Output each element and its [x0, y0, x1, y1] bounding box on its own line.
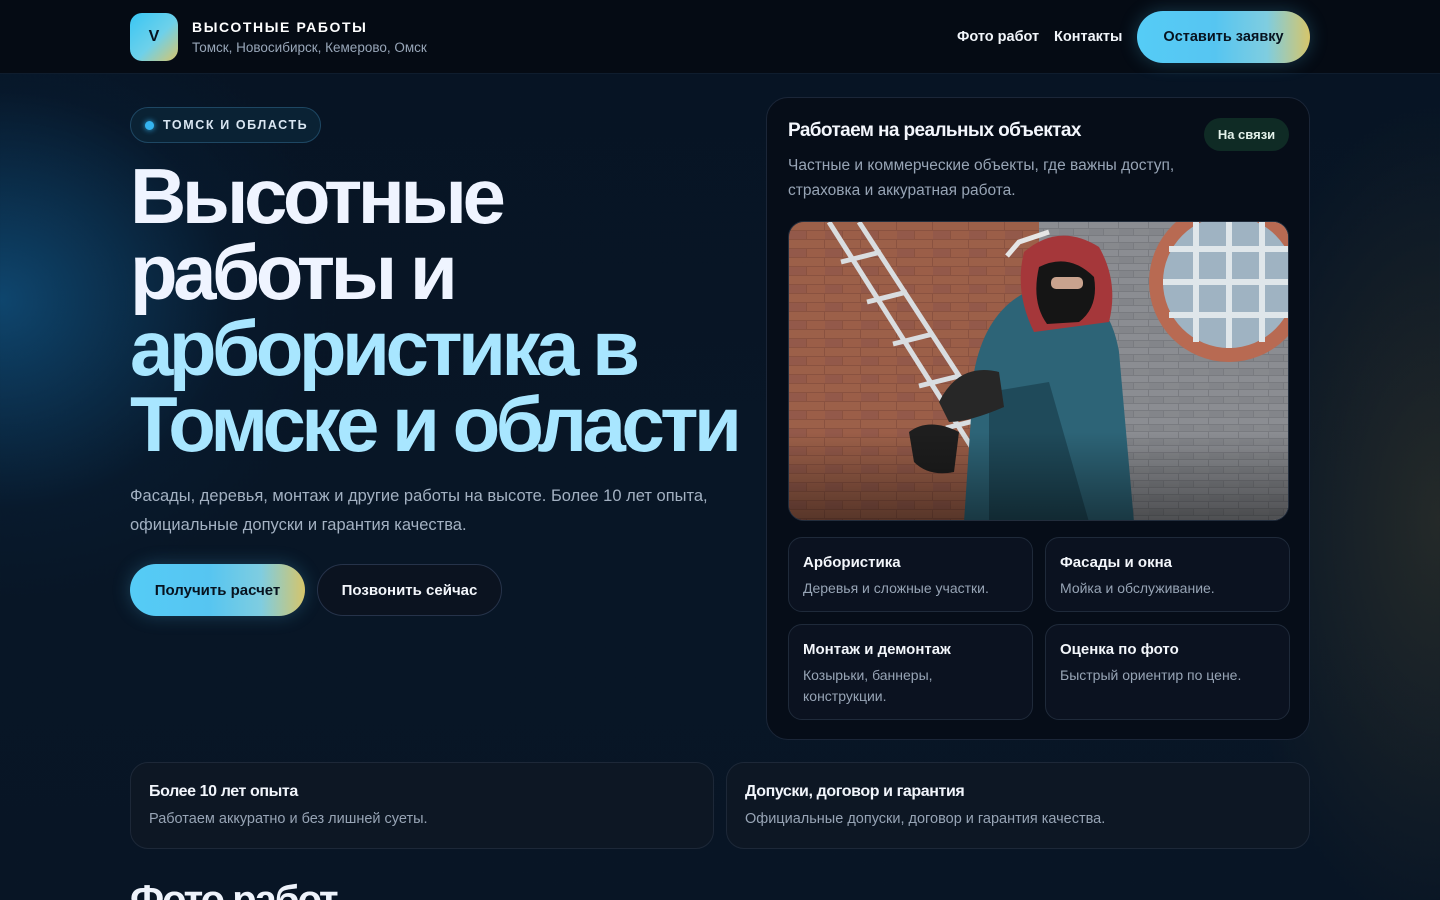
hero-title-line-2: работы и	[130, 228, 458, 316]
service-description: Мойка и обслуживание.	[1060, 580, 1215, 596]
get-estimate-button[interactable]: Получить расчет	[130, 564, 305, 616]
region-chip: ТОМСК И ОБЛАСТЬ	[130, 107, 321, 143]
online-status-badge: На связи	[1204, 118, 1289, 151]
service-description: Деревья и сложные участки.	[803, 580, 989, 596]
panel-title: Работаем на реальных объектах	[788, 120, 1081, 141]
feature-title: Допуски, договор и гарантия	[745, 783, 965, 800]
photos-section-title: Фото работ	[130, 878, 339, 900]
service-card-photo-estimate[interactable]: Оценка по фото Быстрый ориентир по цене.	[1045, 624, 1290, 720]
projects-panel: Работаем на реальных объектах На связи Ч…	[766, 97, 1310, 740]
feature-title: Более 10 лет опыта	[149, 783, 298, 800]
service-card-facades[interactable]: Фасады и окна Мойка и обслуживание.	[1045, 537, 1290, 612]
hero-description: Фасады, деревья, монтаж и другие работы …	[130, 487, 708, 534]
brand-cities: Томск, Новосибирск, Кемерово, Омск	[192, 40, 427, 55]
service-title: Монтаж и демонтаж	[803, 641, 951, 658]
status-dot-icon	[145, 121, 154, 130]
service-description: Быстрый ориентир по цене.	[1060, 667, 1242, 683]
hero-title-line-3: арбористика в	[130, 304, 640, 392]
hero-title: Высотные работы и арбористика в Томске и…	[130, 152, 750, 468]
service-description: Козырьки, баннеры, конструкции.	[803, 667, 933, 704]
service-card-mounting[interactable]: Монтаж и демонтаж Козырьки, баннеры, кон…	[788, 624, 1033, 720]
hero-title-line-4: Томске и области	[130, 380, 742, 468]
worker-on-ladder-image	[789, 222, 1288, 520]
region-chip-label: ТОМСК И ОБЛАСТЬ	[163, 118, 309, 132]
site-header: V ВЫСОТНЫЕ РАБОТЫ Томск, Новосибирск, Ке…	[0, 0, 1440, 74]
feature-card-experience: Более 10 лет опыта Работаем аккуратно и …	[130, 762, 714, 849]
brand-title: ВЫСОТНЫЕ РАБОТЫ	[192, 19, 368, 35]
nav-link-contacts[interactable]: Контакты	[1054, 29, 1122, 45]
worker-photo	[788, 221, 1289, 521]
call-now-button[interactable]: Позвонить сейчас	[317, 564, 502, 616]
service-card-arboristics[interactable]: Арбористика Деревья и сложные участки.	[788, 537, 1033, 612]
service-title: Оценка по фото	[1060, 641, 1179, 658]
service-title: Фасады и окна	[1060, 554, 1172, 571]
service-title: Арбористика	[803, 554, 901, 571]
hero-title-line-1: Высотные	[130, 152, 506, 240]
feature-description: Работаем аккуратно и без лишней суеты.	[149, 811, 428, 827]
nav-link-photos[interactable]: Фото работ	[957, 29, 1039, 45]
feature-card-guarantee: Допуски, договор и гарантия Официальные …	[726, 762, 1310, 849]
feature-description: Официальные допуски, договор и гарантия …	[745, 811, 1106, 827]
request-button[interactable]: Оставить заявку	[1137, 11, 1310, 63]
logo-badge[interactable]: V	[130, 13, 178, 61]
panel-description: Частные и коммерческие объекты, где важн…	[788, 157, 1175, 199]
